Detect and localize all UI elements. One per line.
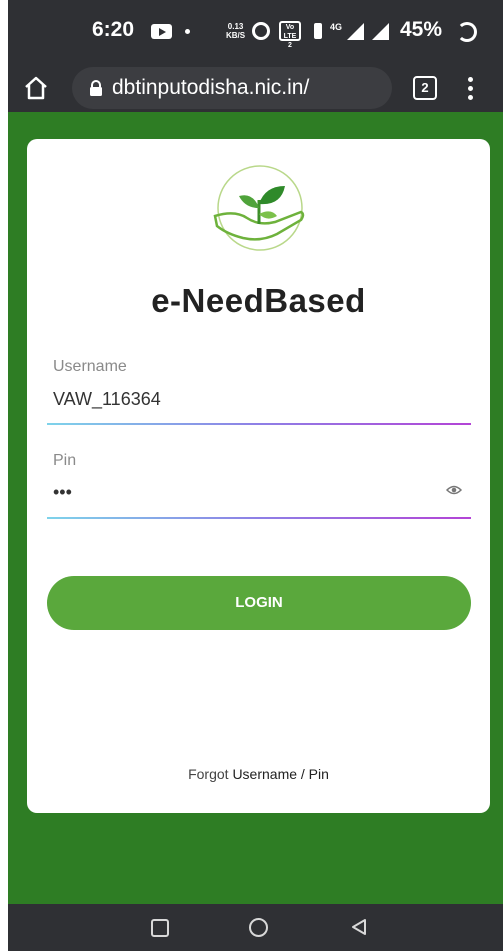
address-bar[interactable]: dbtinputodisha.nic.in/ xyxy=(72,67,392,109)
back-icon[interactable] xyxy=(350,918,368,936)
network-speed-value: 0.13 xyxy=(227,22,244,31)
recent-apps-icon[interactable] xyxy=(151,919,169,937)
login-card: e-NeedBased Username VAW_116364 Pin ••• … xyxy=(27,139,490,813)
forgot-prefix: Forgot xyxy=(188,766,229,782)
pin-input[interactable] xyxy=(47,476,471,512)
vibrate-icon xyxy=(314,23,322,39)
more-notifications-dot-icon xyxy=(185,29,190,34)
browser-toolbar: dbtinputodisha.nic.in/ 2 xyxy=(8,64,503,112)
pin-value: ••• xyxy=(53,482,72,502)
nav-home-icon[interactable] xyxy=(249,918,268,937)
signal-strength-2-icon xyxy=(372,23,389,40)
network-speed: 0.13 KB/S xyxy=(226,22,245,40)
alarm-icon xyxy=(252,22,270,40)
volte-icon: Vo LTE 2 xyxy=(279,21,301,49)
pin-underline xyxy=(47,517,471,519)
app-title: e-NeedBased xyxy=(151,282,366,319)
pin-label: Pin xyxy=(53,452,77,469)
signal-strength-icon xyxy=(347,23,364,40)
menu-icon xyxy=(468,77,473,82)
url-text: dbtinputodisha.nic.in/ xyxy=(112,76,310,99)
browser-menu-button[interactable] xyxy=(460,74,480,102)
forgot-credentials: Forgot Username / Pin xyxy=(27,766,490,782)
navigation-bar xyxy=(8,904,503,951)
eye-icon[interactable] xyxy=(446,484,462,496)
youtube-notification-icon xyxy=(151,24,172,39)
lock-icon xyxy=(90,80,102,96)
plant-hand-logo xyxy=(213,165,305,251)
status-bar: 6:20 0.13 KB/S Vo LTE 2 4G 45% xyxy=(8,0,503,64)
login-button[interactable]: LOGIN xyxy=(47,576,471,630)
network-type-4g: 4G xyxy=(330,22,343,32)
menu-icon-dot xyxy=(468,86,473,91)
tab-switcher-button[interactable]: 2 xyxy=(413,76,437,100)
battery-icon xyxy=(457,22,477,42)
battery-percentage: 45% xyxy=(400,18,443,41)
username-label: Username xyxy=(53,358,127,375)
phone-screen: 6:20 0.13 KB/S Vo LTE 2 4G 45% dbtinputo… xyxy=(8,0,503,951)
username-value: VAW_116364 xyxy=(53,389,161,409)
menu-icon-dot xyxy=(468,95,473,100)
status-time: 6:20 xyxy=(92,18,135,41)
forgot-username-pin-link[interactable]: Username / Pin xyxy=(232,766,328,782)
browser-home-button[interactable] xyxy=(22,74,50,102)
username-underline xyxy=(47,423,471,425)
network-speed-unit: KB/S xyxy=(226,31,246,40)
home-icon xyxy=(25,76,47,100)
